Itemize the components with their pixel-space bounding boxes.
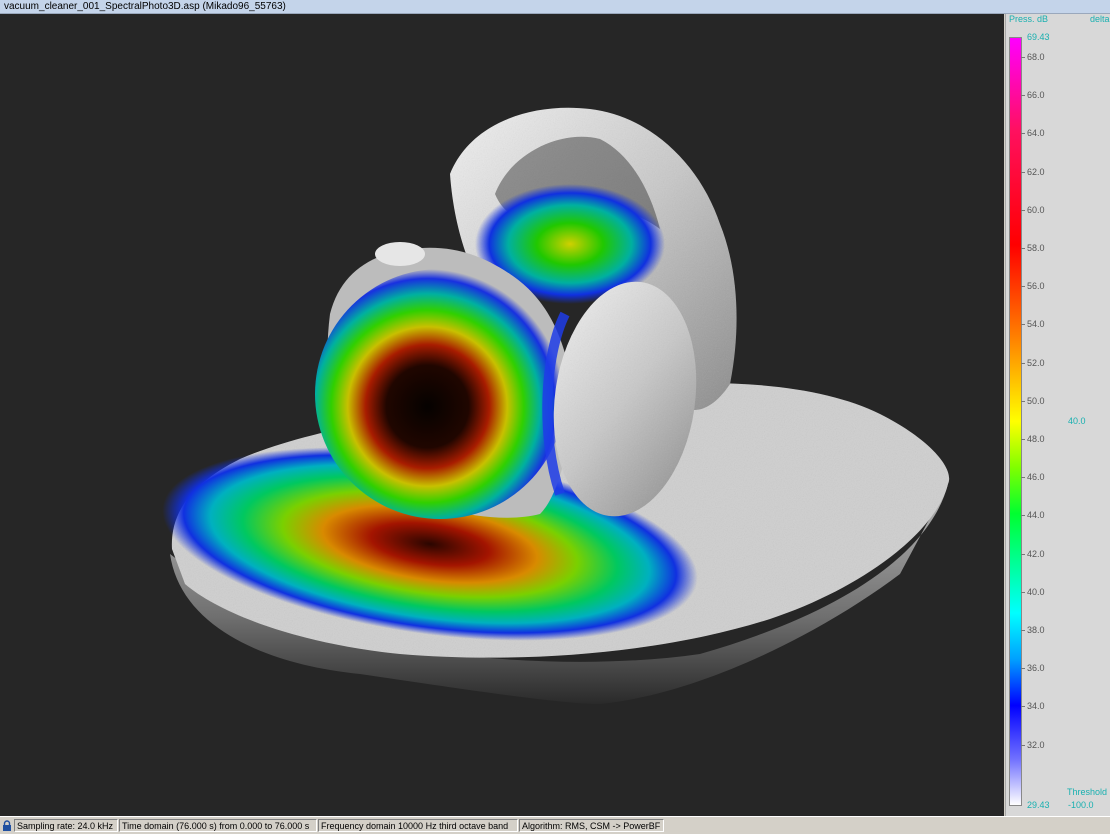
legend-title: Press. dB bbox=[1009, 14, 1049, 24]
legend-tick: 66.0 bbox=[1021, 90, 1045, 101]
legend-max-value: 69.43 bbox=[1027, 32, 1050, 42]
3d-acoustic-viewport[interactable] bbox=[0, 14, 1004, 816]
legend-tick: 36.0 bbox=[1021, 663, 1045, 674]
motor-heat-spot bbox=[315, 269, 565, 519]
acoustic-photo-render[interactable] bbox=[0, 14, 1004, 816]
legend-min-value: 29.43 bbox=[1027, 800, 1050, 810]
legend-tick: 60.0 bbox=[1021, 204, 1045, 215]
status-sampling-rate: Sampling rate: 24.0 kHz bbox=[14, 819, 118, 832]
colorbar bbox=[1009, 37, 1022, 806]
legend-tick: 40.0 bbox=[1021, 586, 1045, 597]
legend-tick: 44.0 bbox=[1021, 510, 1045, 521]
legend-threshold-label: Threshold bbox=[1067, 787, 1108, 797]
legend-delta-label: delta bbox=[1090, 14, 1110, 24]
legend-tick: 54.0 bbox=[1021, 319, 1045, 330]
legend-tick: 52.0 bbox=[1021, 357, 1045, 368]
legend-tick: 50.0 bbox=[1021, 395, 1045, 406]
status-algorithm: Algorithm: RMS, CSM -> PowerBF bbox=[519, 819, 664, 832]
legend-tick: 56.0 bbox=[1021, 281, 1045, 292]
status-frequency-domain: Frequency domain 10000 Hz third octave b… bbox=[318, 819, 518, 832]
title-bar: vacuum_cleaner_001_SpectralPhoto3D.asp (… bbox=[0, 0, 1110, 14]
legend-delta-value: 40.0 bbox=[1068, 416, 1086, 426]
status-bar: Sampling rate: 24.0 kHz Time domain (76.… bbox=[0, 816, 1110, 834]
legend-threshold-value: -100.0 bbox=[1068, 800, 1094, 810]
legend-tick: 68.0 bbox=[1021, 52, 1045, 62]
window-title: vacuum_cleaner_001_SpectralPhoto3D.asp (… bbox=[4, 1, 286, 12]
legend-tick: 38.0 bbox=[1021, 625, 1045, 635]
legend-tick: 34.0 bbox=[1021, 701, 1045, 712]
color-legend: Press. dB delta 69.43 68.0 66.0 64.0 62.0 60… bbox=[1005, 14, 1110, 816]
legend-tick: 32.0 bbox=[1021, 739, 1045, 750]
legend-tick: 64.0 bbox=[1021, 128, 1045, 139]
legend-tick: 48.0 bbox=[1021, 434, 1045, 444]
lock-icon bbox=[3, 820, 11, 831]
top-cap bbox=[375, 242, 425, 266]
legend-tick: 46.0 bbox=[1021, 472, 1045, 483]
legend-tick: 62.0 bbox=[1021, 166, 1045, 177]
legend-tick: 58.0 bbox=[1021, 243, 1045, 253]
legend-tick: 42.0 bbox=[1021, 548, 1045, 559]
status-time-domain: Time domain (76.000 s) from 0.000 to 76.… bbox=[119, 819, 317, 832]
